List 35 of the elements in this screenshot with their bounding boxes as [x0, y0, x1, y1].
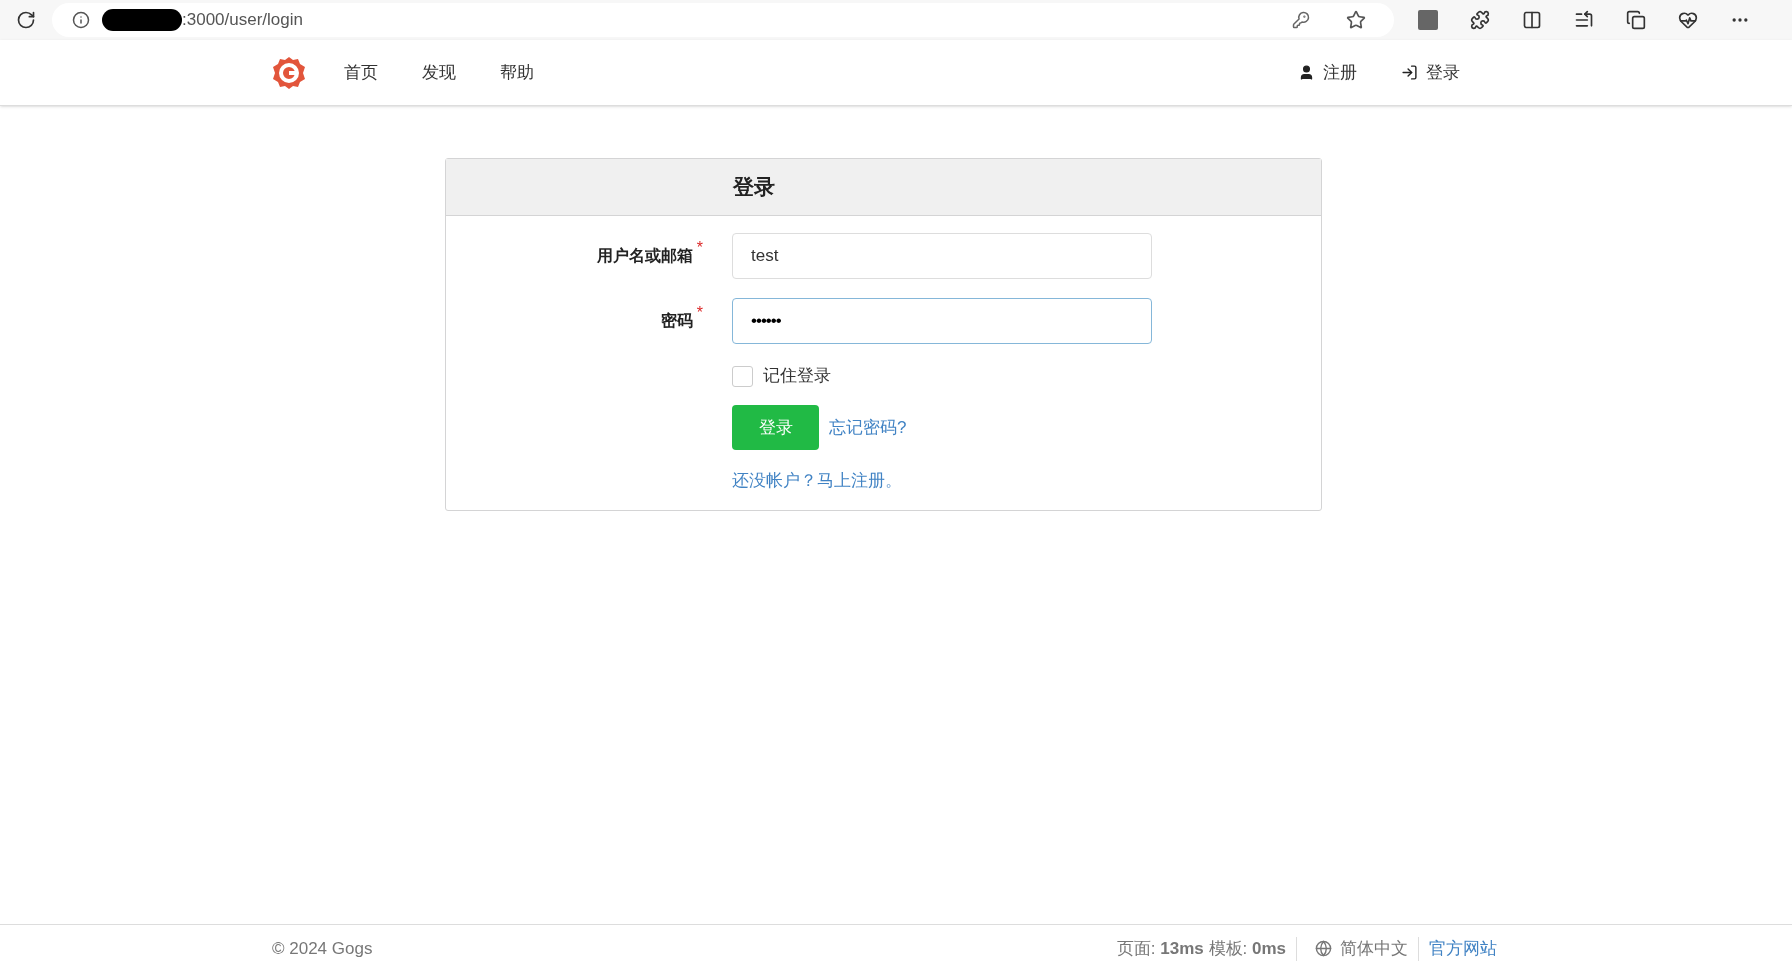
collections-icon[interactable]	[1626, 10, 1646, 30]
register-link[interactable]: 还没帐户？马上注册。	[732, 468, 902, 494]
checkbox-label: 记住登录	[763, 365, 831, 388]
required-mark: *	[696, 303, 703, 323]
nav-link[interactable]: 注册	[1276, 59, 1379, 86]
input-field[interactable]: test	[732, 233, 1152, 279]
puzzle-icon[interactable]	[1470, 10, 1490, 30]
url-text: :3000/user/login	[182, 9, 303, 32]
globe-icon[interactable]	[1315, 940, 1332, 957]
reload-icon[interactable]	[16, 10, 36, 30]
nav-link[interactable]: 首页	[322, 59, 400, 86]
field-label: 密码	[660, 311, 693, 331]
nav-link[interactable]: 登录	[1379, 59, 1482, 86]
info-icon[interactable]	[72, 11, 90, 29]
logo-icon[interactable]	[272, 55, 306, 90]
user-icon	[1298, 64, 1315, 81]
nav-link[interactable]: 帮助	[478, 59, 556, 86]
checkbox[interactable]	[732, 365, 753, 387]
split-screen-icon[interactable]	[1522, 10, 1542, 30]
health-icon[interactable]	[1678, 10, 1698, 30]
card-title: 登录	[733, 174, 775, 201]
address-bar[interactable]: :3000/user/login	[52, 3, 1394, 37]
field-label: 用户名或邮箱	[596, 246, 693, 266]
website-link[interactable]: 官方网站	[1429, 935, 1497, 962]
language-link[interactable]: 简体中文	[1340, 935, 1408, 962]
input-field[interactable]: ••••••	[732, 298, 1152, 344]
favorites-icon[interactable]	[1574, 10, 1594, 30]
page-time-text: 页面: 13ms 模板: 0ms	[1116, 937, 1286, 960]
copyright-text: © 2024 Gogs	[272, 937, 373, 960]
star-icon[interactable]	[1346, 10, 1366, 30]
key-icon[interactable]	[1292, 11, 1310, 29]
nav-link[interactable]: 发现	[400, 59, 478, 86]
sign-in-icon	[1401, 64, 1418, 81]
forgot-password-link[interactable]: 忘记密码?	[829, 414, 907, 441]
required-mark: *	[696, 238, 703, 258]
